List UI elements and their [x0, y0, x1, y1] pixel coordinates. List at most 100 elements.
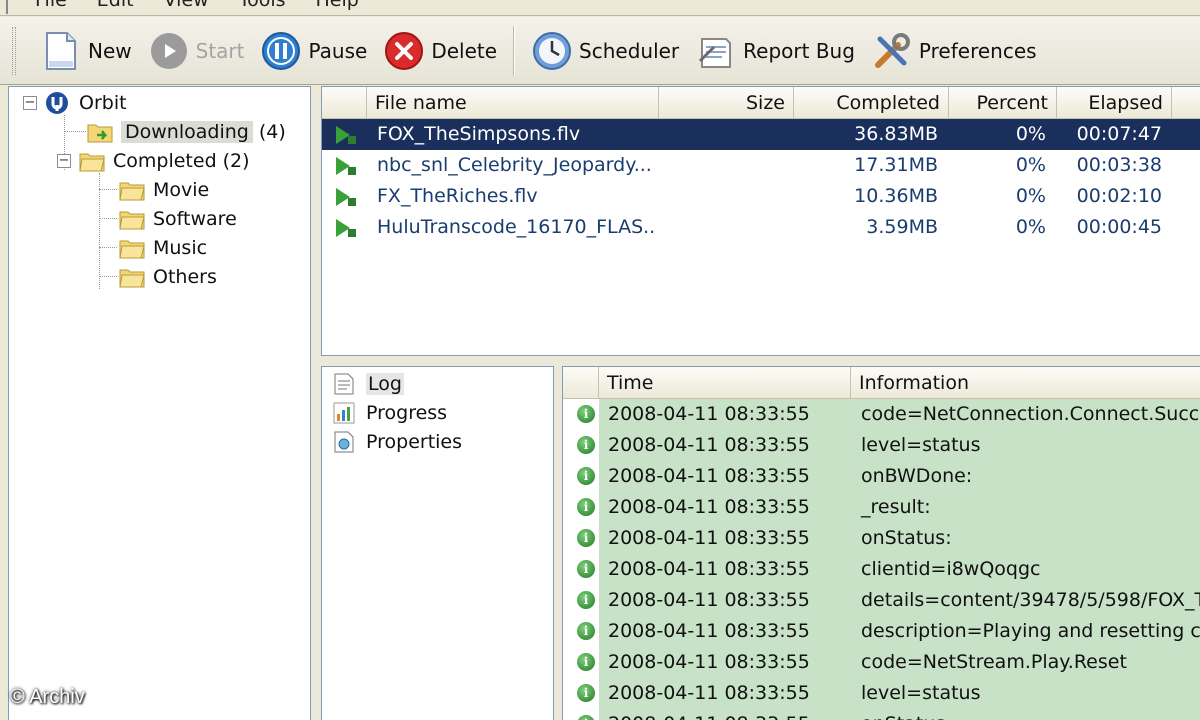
tree-connector [99, 218, 117, 219]
download-row[interactable]: FOX_TheSimpsons.flv 36.83MB 0% 00:07:47 [322, 119, 1200, 150]
log-information: clientid=i8wQoqgc [861, 558, 1041, 580]
tree-label-software: Software [153, 207, 237, 230]
info-icon: i [577, 560, 595, 578]
log-time: 2008-04-11 08:33:55 [608, 620, 810, 642]
download-row[interactable]: FX_TheRiches.flv 10.36MB 0% 00:02:10 [322, 181, 1200, 212]
status-column-header[interactable] [322, 87, 367, 119]
downloading-status-icon [334, 186, 360, 208]
log-row[interactable]: i 2008-04-11 08:33:55 onStatus: [563, 523, 1200, 554]
tree-connector [99, 247, 117, 248]
elapsed: 00:02:10 [1076, 185, 1162, 207]
log-row[interactable]: i 2008-04-11 08:33:55 clientid=i8wQoqgc [563, 554, 1200, 585]
tree-item-music[interactable]: Music [119, 233, 207, 262]
nav-item-properties[interactable]: Properties [332, 428, 462, 456]
scheduler-button[interactable]: Scheduler [523, 23, 687, 79]
downloading-status-icon [334, 217, 360, 239]
log-row[interactable]: i 2008-04-11 08:33:55 level=status [563, 678, 1200, 709]
info-icon: i [577, 653, 595, 671]
completed-size: 10.36MB [854, 185, 938, 207]
tree-item-software[interactable]: Software [119, 204, 237, 233]
menu-help[interactable]: Help [316, 0, 389, 15]
log-row[interactable]: i 2008-04-11 08:33:55 level=status [563, 430, 1200, 461]
download-row[interactable]: nbc_snl_Celebrity_Jeopardy... 17.31MB 0%… [322, 150, 1200, 181]
tree-label-downloading: Downloading [121, 120, 253, 143]
tree-label-completed: Completed [113, 149, 217, 172]
column-elapsed[interactable]: Elapsed [1057, 87, 1172, 119]
column-time[interactable]: Time [599, 367, 851, 399]
download-row[interactable]: HuluTranscode_16170_FLAS... 3.59MB 0% 00… [322, 212, 1200, 243]
tree-item-orbit[interactable]: − Orbit [23, 88, 127, 117]
toolbar: New Start Pause Delete Scheduler Report … [0, 17, 1200, 85]
collapse-toggle[interactable]: − [23, 95, 37, 110]
tree-item-movie[interactable]: Movie [119, 175, 209, 204]
log-information: description=Playing and resetting conte [861, 620, 1200, 642]
info-icon: i [577, 436, 595, 454]
menu-view[interactable]: View [164, 0, 239, 15]
log-time: 2008-04-11 08:33:55 [608, 558, 810, 580]
log-table-header: Time Information [563, 367, 1200, 399]
percent: 0% [1015, 154, 1046, 176]
start-button-label: Start [195, 38, 245, 63]
column-information[interactable]: Information [851, 367, 1200, 399]
column-percent[interactable]: Percent [949, 87, 1057, 119]
folder-icon [119, 266, 145, 288]
file-name: FX_TheRiches.flv [377, 185, 538, 207]
delete-icon [383, 30, 425, 72]
log-information: level=status [861, 682, 981, 704]
watermark: © Archiv [10, 686, 85, 708]
toolbar-grip[interactable] [12, 26, 16, 75]
nav-item-log[interactable]: Log [332, 370, 404, 398]
menu-edit[interactable]: Edit [97, 0, 164, 15]
log-time: 2008-04-11 08:33:55 [608, 434, 810, 456]
menu-bar: File Edit View Tools Help [0, 0, 1200, 16]
tree-connector [99, 189, 117, 190]
menu-file[interactable]: File [35, 0, 97, 15]
preferences-button[interactable]: Preferences [863, 23, 1045, 79]
download-list-header: File name Size Completed Percent Elapsed [322, 87, 1200, 119]
log-time: 2008-04-11 08:33:55 [608, 527, 810, 549]
log-icon-column-header[interactable] [563, 367, 599, 399]
log-time: 2008-04-11 08:33:55 [608, 496, 810, 518]
elapsed: 00:03:38 [1076, 154, 1162, 176]
log-row[interactable]: i 2008-04-11 08:33:55 description=Playing … [563, 616, 1200, 647]
pause-icon [260, 30, 302, 72]
menu-bar-edge [6, 0, 8, 14]
orbit-downloader-window: File Edit View Tools Help New Start Paus… [0, 0, 1200, 720]
collapse-toggle[interactable]: − [57, 153, 71, 168]
log-row[interactable]: i 2008-04-11 08:33:55 onBWDone: [563, 461, 1200, 492]
tree-label-movie: Movie [153, 178, 210, 201]
file-name: nbc_snl_Celebrity_Jeopardy... [377, 154, 652, 176]
column-completed[interactable]: Completed [794, 87, 949, 119]
log-row[interactable]: i 2008-04-11 08:33:55 _result: [563, 492, 1200, 523]
log-row[interactable]: i 2008-04-11 08:33:55 code=NetStream.Play.… [563, 647, 1200, 678]
log-row[interactable]: i 2008-04-11 08:33:55 details=content/3947… [563, 585, 1200, 616]
nav-label-log: Log [366, 373, 404, 395]
log-time: 2008-04-11 08:33:55 [608, 465, 810, 487]
tree-item-others[interactable]: Others [119, 262, 217, 291]
log-table: Time Information i 2008-04-11 08:33:55 cod… [562, 366, 1200, 720]
percent: 0% [1015, 123, 1046, 145]
log-row[interactable]: i 2008-04-11 08:33:55 onStatus: [563, 709, 1200, 720]
column-size[interactable]: Size [659, 87, 794, 119]
tree-item-downloading[interactable]: Downloading (4) [87, 117, 286, 146]
start-button[interactable]: Start [140, 23, 253, 79]
new-document-icon [40, 30, 82, 72]
log-information: _result: [861, 496, 931, 518]
log-time: 2008-04-11 08:33:55 [608, 651, 810, 673]
menu-tools[interactable]: Tools [239, 0, 316, 15]
tree-item-completed[interactable]: − Completed (2) [57, 146, 250, 175]
completed-size: 17.31MB [854, 154, 938, 176]
progress-chart-icon [332, 401, 356, 425]
column-file-name[interactable]: File name [367, 87, 659, 119]
delete-button[interactable]: Delete [375, 23, 505, 79]
info-icon: i [577, 467, 595, 485]
report-bug-button[interactable]: Report Bug [687, 23, 863, 79]
nav-item-progress[interactable]: Progress [332, 399, 447, 427]
completed-count: (2) [222, 149, 250, 172]
log-row[interactable]: i 2008-04-11 08:33:55 code=NetConnection.C… [563, 399, 1200, 430]
properties-icon [332, 430, 356, 454]
log-information: level=status [861, 434, 981, 456]
new-button[interactable]: New [32, 23, 140, 79]
pause-button[interactable]: Pause [252, 23, 375, 79]
log-icon [332, 372, 356, 396]
